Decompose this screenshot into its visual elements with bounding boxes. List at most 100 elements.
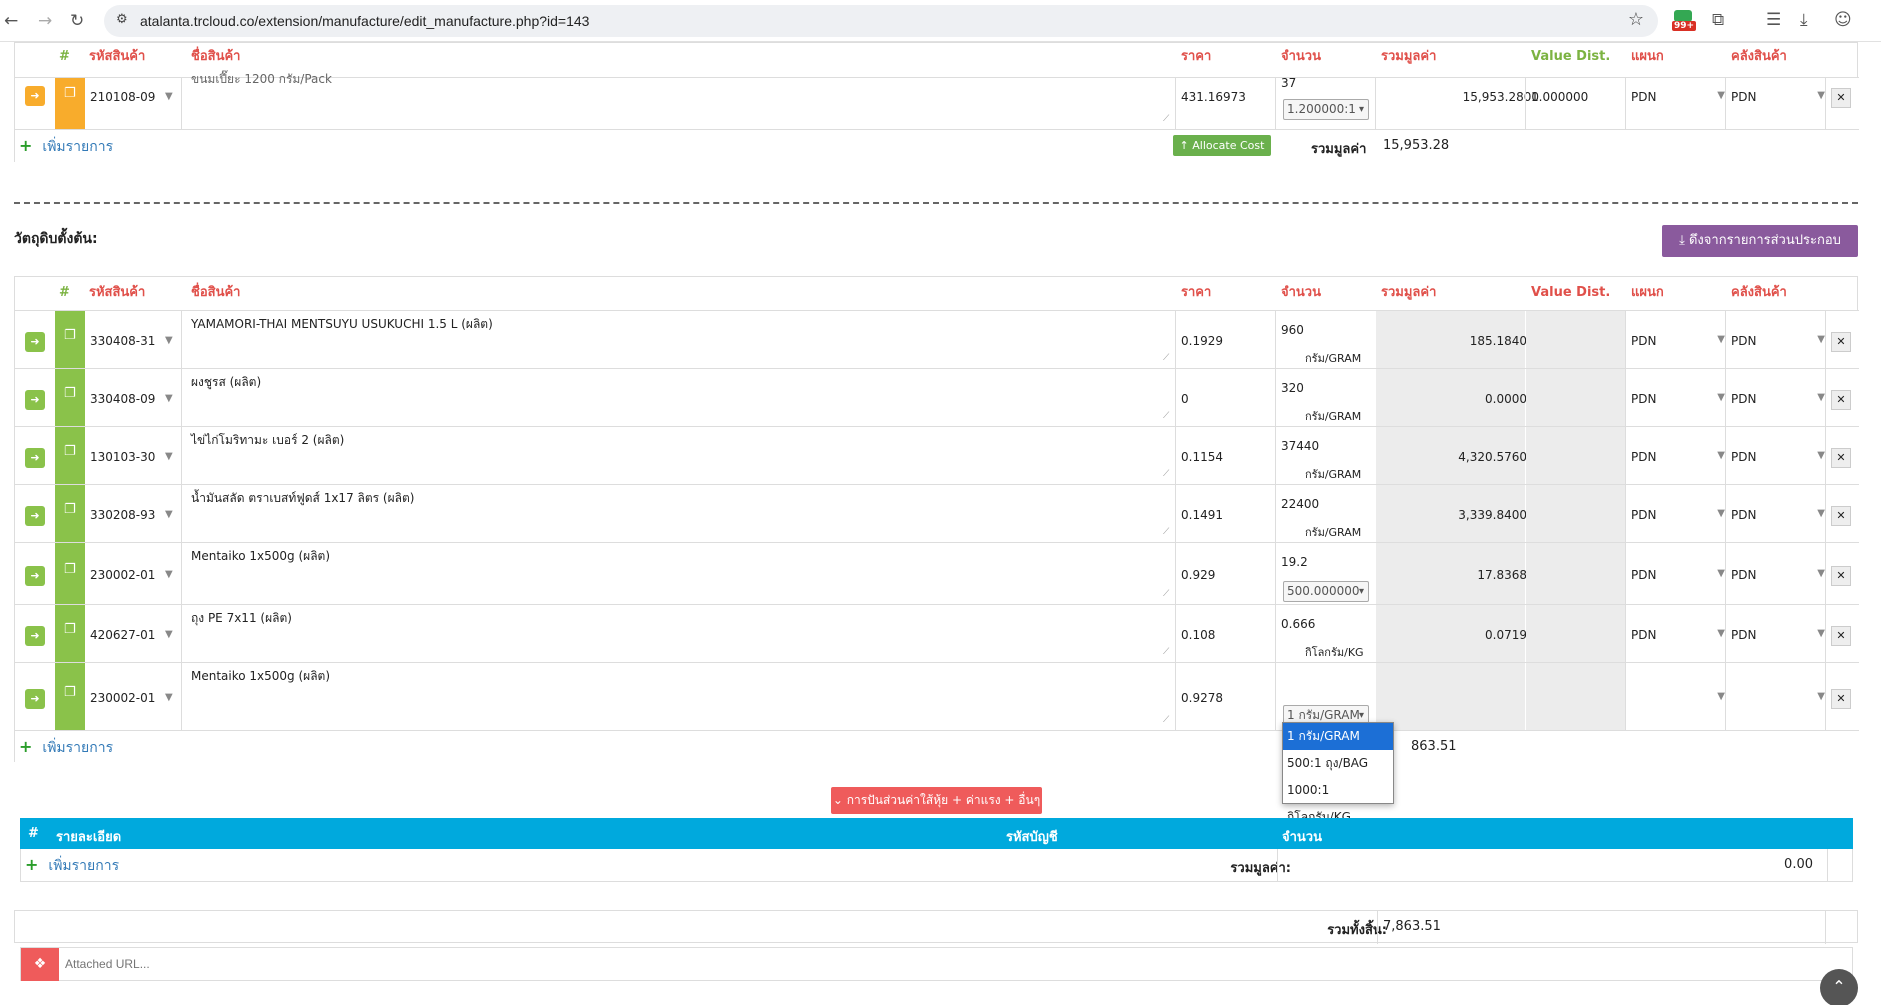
product-name[interactable]: ถุง PE 7x11 (ผลิต) — [191, 609, 292, 628]
add-raw-line-button[interactable]: + เพิ่มรายการ — [19, 737, 113, 759]
expand-row-icon[interactable]: ➜ — [25, 86, 45, 106]
site-info-icon[interactable]: ⚙ — [116, 12, 128, 27]
profile-avatar-icon[interactable]: ☺ — [1834, 10, 1852, 30]
price-value[interactable]: 0.108 — [1181, 628, 1215, 642]
add-output-line-button[interactable]: + เพิ่มรายการ — [19, 136, 113, 158]
dept-select[interactable]: PDN ▼ — [1631, 392, 1725, 406]
warehouse-select[interactable]: PDN ▼ — [1731, 90, 1825, 104]
delete-row-button[interactable]: ✕ — [1831, 448, 1851, 468]
unit-option[interactable]: 1 กรัม/GRAM — [1283, 723, 1393, 750]
dept-select[interactable]: PDN ▼ — [1631, 90, 1725, 104]
expand-row-icon[interactable]: ➜ — [25, 332, 45, 352]
product-code[interactable]: 130103-30 — [90, 450, 155, 464]
price-value[interactable]: 431.16973 — [1181, 90, 1246, 104]
expand-row-icon[interactable]: ➜ — [25, 506, 45, 526]
delete-row-button[interactable]: ✕ — [1831, 626, 1851, 646]
resize-handle-icon[interactable]: ⟋ — [1163, 647, 1169, 657]
product-name[interactable]: ไข่ไก่โมริทามะ เบอร์ 2 (ผลิต) — [191, 431, 344, 450]
puzzle-icon[interactable]: ⧉ — [1712, 10, 1724, 30]
chevron-down-icon[interactable]: ▼ — [165, 335, 173, 346]
delete-row-button[interactable]: ✕ — [1831, 689, 1851, 709]
chevron-down-icon[interactable]: ▼ — [165, 692, 173, 703]
media-icon[interactable]: ☰ — [1766, 10, 1781, 30]
dept-select[interactable]: PDN ▼ — [1631, 334, 1725, 348]
delete-row-button[interactable]: ✕ — [1831, 566, 1851, 586]
forward-icon[interactable]: → — [38, 11, 52, 31]
expand-row-icon[interactable]: ➜ — [25, 626, 45, 646]
cost-allocation-toggle[interactable]: ⌄ การปันส่วนค่าใส้หุ้ย + ค่าแรง + อื่นๆ — [831, 787, 1042, 814]
price-value[interactable]: 0.929 — [1181, 568, 1215, 582]
expand-row-icon[interactable]: ➜ — [25, 566, 45, 586]
expand-row-icon[interactable]: ➜ — [25, 689, 45, 709]
warehouse-select[interactable]: PDN ▼ — [1731, 334, 1825, 348]
dept-select[interactable]: PDN ▼ — [1631, 628, 1725, 642]
product-name[interactable]: YAMAMORI-THAI MENTSUYU USUKUCHI 1.5 L (ผ… — [191, 315, 493, 334]
warehouse-select[interactable]: PDN ▼ — [1731, 508, 1825, 522]
unit-option[interactable]: 1000:1 กิโลกรัม/KG — [1283, 777, 1393, 824]
copy-icon[interactable]: ❐ — [64, 562, 76, 577]
product-name[interactable]: ผงชูรส (ผลิต) — [191, 373, 261, 392]
product-code[interactable]: 330408-31 — [90, 334, 155, 348]
product-code[interactable]: 330208-93 — [90, 508, 155, 522]
copy-icon[interactable]: ❐ — [64, 444, 76, 459]
copy-icon[interactable]: ❐ — [64, 86, 76, 101]
pull-components-button[interactable]: ⤓ ดึงจากรายการส่วนประกอบ — [1662, 225, 1858, 257]
product-code[interactable]: 230002-01 — [90, 568, 155, 582]
unit-select[interactable]: 500.000000 ▾ — [1283, 581, 1369, 602]
warehouse-select[interactable]: PDN ▼ — [1731, 628, 1825, 642]
dropbox-icon[interactable]: ❖ — [21, 948, 59, 981]
delete-row-button[interactable]: ✕ — [1831, 88, 1851, 108]
price-value[interactable]: 0.1491 — [1181, 508, 1223, 522]
value-dist-value[interactable]: 1.000000 — [1531, 90, 1588, 104]
chevron-down-icon[interactable]: ▼ — [165, 451, 173, 462]
qty-value[interactable]: 37 — [1281, 76, 1296, 90]
resize-handle-icon[interactable]: ⟋ — [1163, 411, 1169, 421]
add-cost-line-button[interactable]: + เพิ่มรายการ — [25, 855, 119, 877]
attach-url-input[interactable] — [65, 954, 1765, 974]
qty-value[interactable]: 0.666 — [1281, 617, 1315, 631]
unit-dropdown-list[interactable]: 1 กรัม/GRAM 500:1 ถุง/BAG 1000:1 กิโลกรั… — [1282, 722, 1394, 824]
copy-icon[interactable]: ❐ — [64, 622, 76, 637]
product-name[interactable]: Mentaiko 1x500g (ผลิต) — [191, 667, 330, 686]
dept-select[interactable]: PDN ▼ — [1631, 568, 1725, 582]
back-icon[interactable]: ← — [4, 11, 18, 31]
chevron-down-icon[interactable]: ▼ — [165, 509, 173, 520]
resize-handle-icon[interactable]: ⟋ — [1163, 527, 1169, 537]
expand-row-icon[interactable]: ➜ — [25, 448, 45, 468]
price-value[interactable]: 0 — [1181, 392, 1189, 406]
qty-value[interactable]: 22400 — [1281, 497, 1319, 511]
copy-icon[interactable]: ❐ — [64, 386, 76, 401]
extension-icon[interactable]: 99+ — [1672, 8, 1697, 32]
warehouse-select[interactable]: PDN ▼ — [1731, 450, 1825, 464]
unit-option[interactable]: 500:1 ถุง/BAG — [1283, 750, 1393, 777]
chevron-down-icon[interactable]: ▼ — [165, 393, 173, 404]
warehouse-select[interactable]: PDN ▼ — [1731, 568, 1825, 582]
address-bar[interactable]: ⚙ atalanta.trcloud.co/extension/manufact… — [104, 5, 1658, 37]
product-code[interactable]: 420627-01 — [90, 628, 155, 642]
chevron-down-icon[interactable]: ▼ — [165, 91, 173, 102]
dept-select[interactable]: PDN ▼ — [1631, 508, 1725, 522]
reload-icon[interactable]: ↻ — [70, 11, 84, 31]
product-name[interactable]: Mentaiko 1x500g (ผลิต) — [191, 547, 330, 566]
product-name[interactable]: น้ำมันสลัด ตราเบสท์ฟูดส์ 1x17 ลิตร (ผลิต… — [191, 489, 414, 508]
download-icon[interactable]: ⤓ — [1800, 10, 1808, 30]
scroll-top-button[interactable]: ⌃ — [1820, 969, 1858, 1005]
product-code[interactable]: 230002-01 — [90, 691, 155, 705]
resize-handle-icon[interactable]: ⟋ — [1163, 715, 1169, 725]
delete-row-button[interactable]: ✕ — [1831, 506, 1851, 526]
expand-row-icon[interactable]: ➜ — [25, 390, 45, 410]
resize-handle-icon[interactable]: ⟋ — [1163, 114, 1169, 124]
unit-select[interactable]: 1.200000:1 ▾ — [1283, 99, 1369, 120]
resize-handle-icon[interactable]: ⟋ — [1163, 589, 1169, 599]
product-code[interactable]: 330408-09 — [90, 392, 155, 406]
copy-icon[interactable]: ❐ — [64, 328, 76, 343]
bookmark-star-icon[interactable]: ☆ — [1628, 9, 1644, 30]
chevron-down-icon[interactable]: ▼ — [165, 569, 173, 580]
resize-handle-icon[interactable]: ⟋ — [1163, 469, 1169, 479]
allocate-cost-button[interactable]: ↑ Allocate Cost — [1173, 135, 1271, 156]
qty-value[interactable]: 19.2 — [1281, 555, 1308, 569]
product-code[interactable]: 210108-09 — [90, 90, 155, 104]
qty-value[interactable]: 37440 — [1281, 439, 1319, 453]
copy-icon[interactable]: ❐ — [64, 685, 76, 700]
dept-select[interactable]: PDN ▼ — [1631, 450, 1725, 464]
